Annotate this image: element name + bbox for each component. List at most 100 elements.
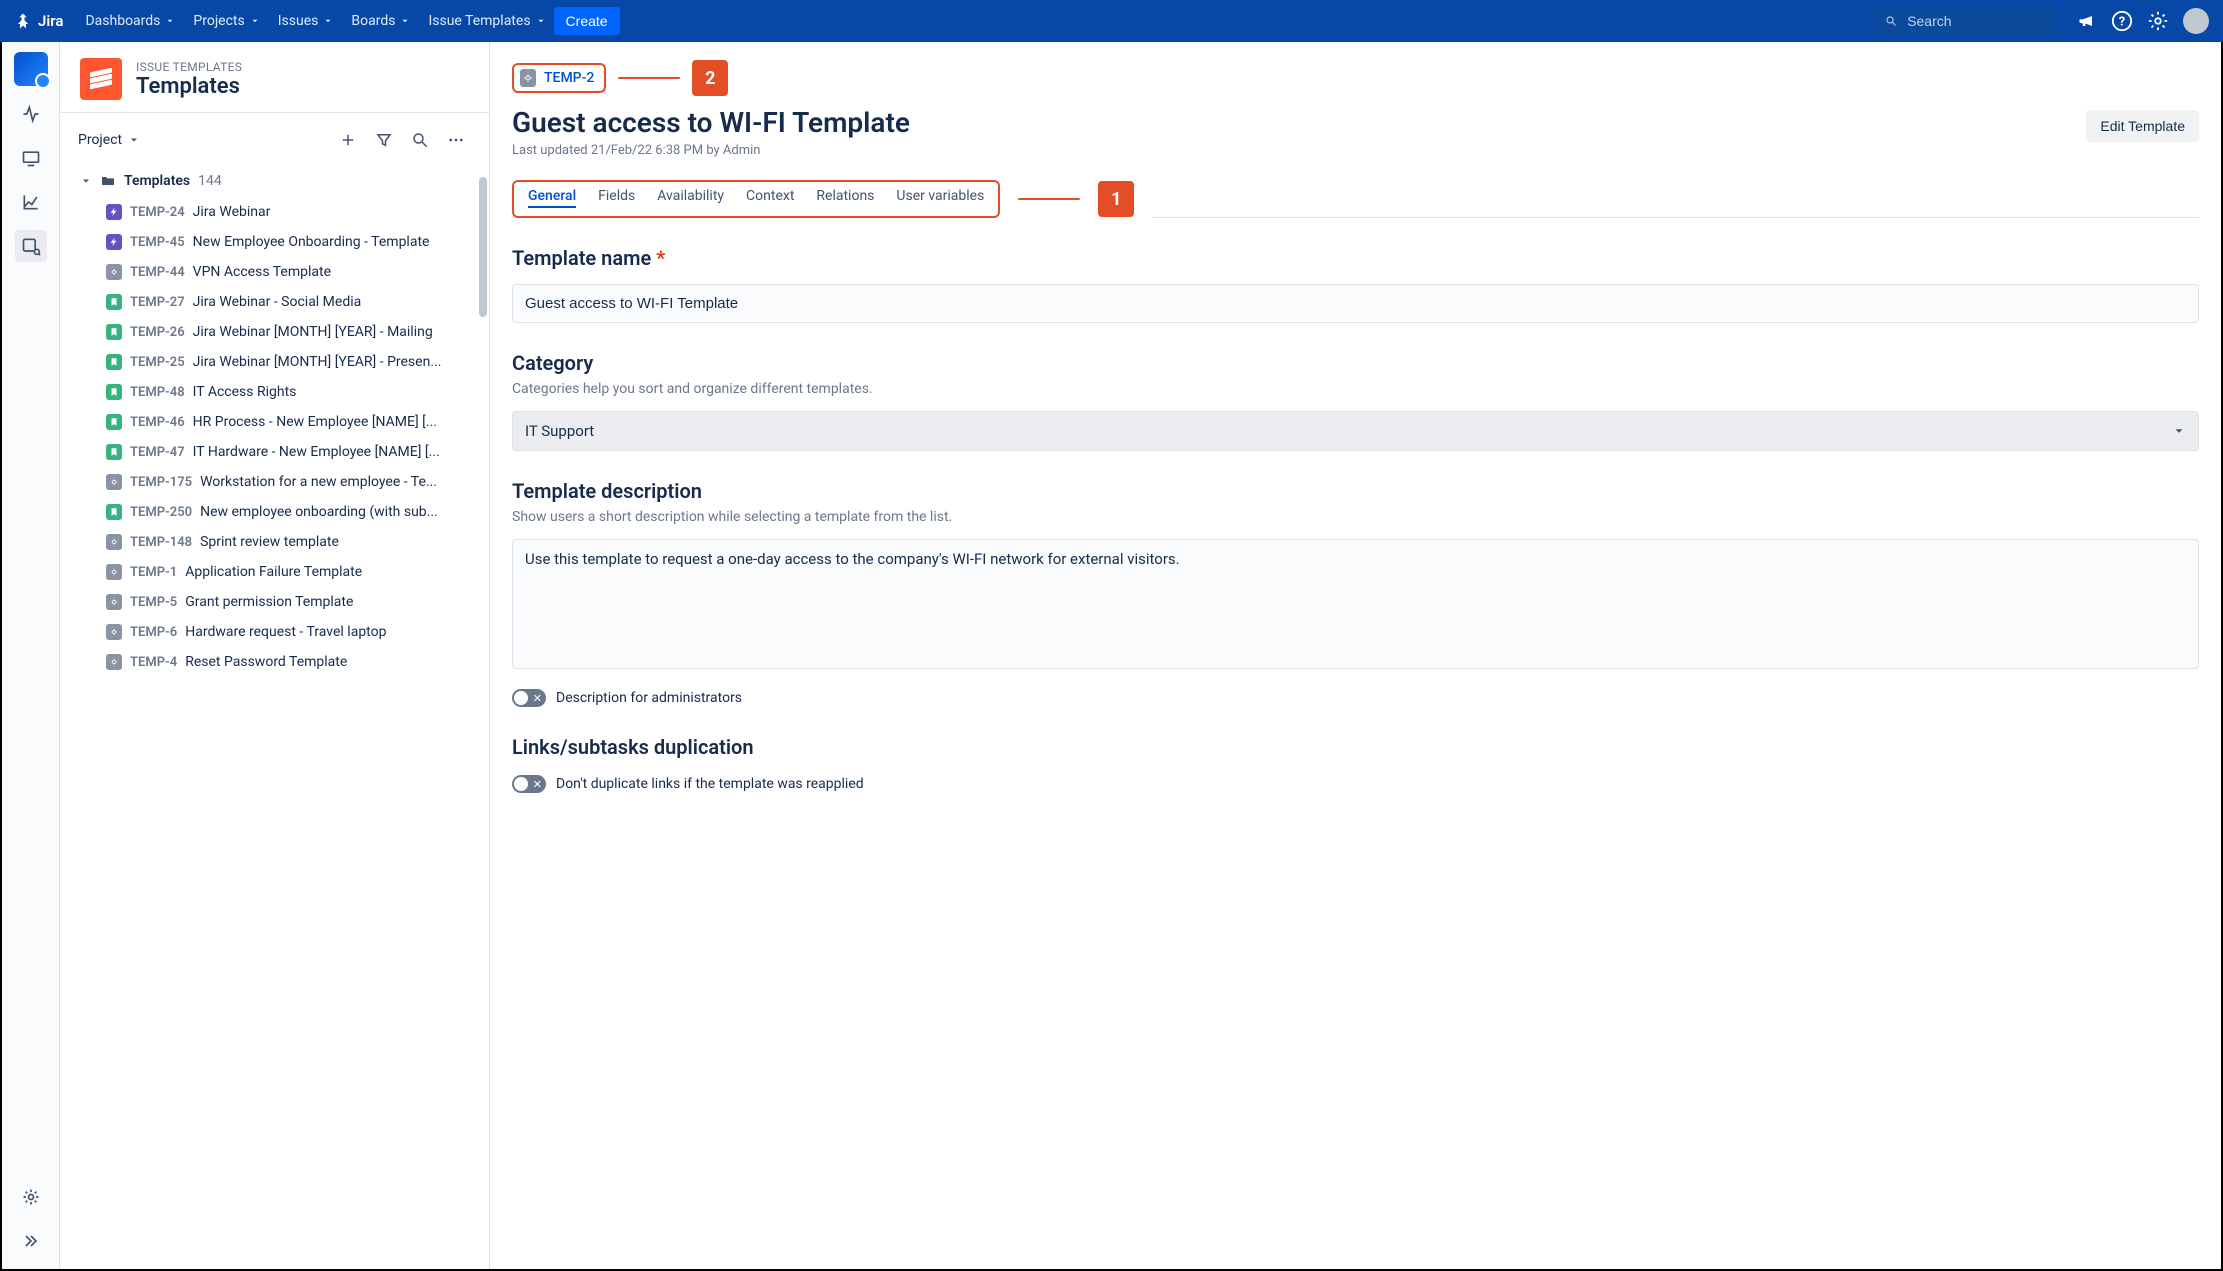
template-key: TEMP-250 — [130, 505, 192, 520]
template-name: New Employee Onboarding - Template — [193, 234, 430, 250]
nav-links: Dashboards Projects Issues Boards Issue Temp… — [85, 13, 545, 29]
template-item[interactable]: TEMP-48IT Access Rights — [100, 377, 479, 407]
template-item[interactable]: TEMP-45 New Employee Onboarding - Templat… — [100, 227, 479, 257]
edit-template-button[interactable]: Edit Template — [2086, 110, 2199, 142]
nav-link[interactable]: Projects — [193, 13, 259, 29]
template-key: TEMP-6 — [130, 625, 177, 640]
template-item[interactable]: TEMP-25Jira Webinar [MONTH] [YEAR] - Pre… — [100, 347, 479, 377]
chevron-down-icon — [128, 134, 140, 146]
scrollbar-thumb[interactable] — [479, 177, 487, 317]
template-type-icon — [106, 324, 122, 340]
template-item[interactable]: TEMP-24Jira Webinar — [100, 197, 479, 227]
rail-chart-icon[interactable] — [15, 186, 47, 218]
help-icon[interactable]: ? — [2111, 10, 2133, 32]
template-name: Jira Webinar [MONTH] [YEAR] - Presen... — [193, 354, 442, 370]
category-select[interactable]: IT Support — [512, 411, 2199, 451]
tree-root[interactable]: Templates 144 — [78, 167, 479, 197]
search-input[interactable] — [1905, 12, 2045, 30]
annotation-line — [618, 77, 680, 79]
template-name: Workstation for a new employee - Te... — [200, 474, 437, 490]
chevron-down-icon — [250, 16, 260, 26]
template-item[interactable]: TEMP-4Reset Password Template — [100, 647, 479, 677]
template-type-icon — [106, 264, 122, 280]
app-shell: ISSUE TEMPLATES Templates Project Templa… — [0, 42, 2223, 1271]
page-meta: Last updated 21/Feb/22 6:38 PM by Admin — [512, 143, 910, 158]
template-key: TEMP-45 — [130, 235, 185, 250]
nav-link[interactable]: Issues — [278, 13, 334, 29]
global-search[interactable] — [1875, 7, 2055, 35]
more-button[interactable] — [441, 125, 471, 155]
product-name: Jira — [38, 12, 63, 30]
chevron-down-icon — [2172, 424, 2186, 438]
template-item[interactable]: TEMP-175Workstation for a new employee -… — [100, 467, 479, 497]
annotation-badge-2: 2 — [692, 60, 728, 96]
template-item[interactable]: TEMP-250 New employee onboarding (with su… — [100, 497, 479, 527]
page-title: Guest access to WI-FI Template — [512, 106, 910, 139]
template-item[interactable]: TEMP-148 Sprint review template — [100, 527, 479, 557]
app-switcher[interactable] — [14, 52, 48, 86]
user-avatar[interactable] — [2183, 8, 2209, 34]
tab-relations[interactable]: Relations — [816, 188, 874, 208]
template-name: Grant permission Template — [185, 594, 353, 610]
tab-user-variables[interactable]: User variables — [896, 188, 984, 208]
rail-expand-icon[interactable] — [15, 1225, 47, 1257]
template-name: New employee onboarding (with sub... — [200, 504, 438, 520]
category-value: IT Support — [525, 422, 594, 440]
tab-availability[interactable]: Availability — [657, 188, 724, 208]
template-key: TEMP-1 — [130, 565, 177, 580]
template-name-input[interactable] — [512, 284, 2199, 323]
template-type-icon — [106, 624, 122, 640]
template-name: Jira Webinar — [193, 204, 271, 220]
desc-admin-toggle-row: ✕ Description for administrators — [512, 689, 2199, 707]
template-item[interactable]: TEMP-5Grant permission Template — [100, 587, 479, 617]
template-item[interactable]: TEMP-44VPN Access Template — [100, 257, 479, 287]
panel-header: ISSUE TEMPLATES Templates — [60, 42, 489, 113]
nav-link[interactable]: Issue Templates — [428, 13, 545, 29]
rail-activity-icon[interactable] — [15, 98, 47, 130]
nav-link[interactable]: Dashboards — [85, 13, 175, 29]
rail-browse-icon[interactable] — [15, 230, 47, 262]
template-item[interactable]: TEMP-1Application Failure Template — [100, 557, 479, 587]
issue-key-link[interactable]: TEMP-2 — [544, 70, 594, 86]
template-item[interactable]: TEMP-26Jira Webinar [MONTH] [YEAR] - Mai… — [100, 317, 479, 347]
duplication-toggle[interactable]: ✕ — [512, 775, 546, 793]
template-item[interactable]: TEMP-27Jira Webinar - Social Media — [100, 287, 479, 317]
breadcrumb: ISSUE TEMPLATES — [136, 60, 242, 74]
tab-fields[interactable]: Fields — [598, 188, 635, 208]
folder-icon — [100, 173, 116, 189]
template-key: TEMP-48 — [130, 385, 185, 400]
template-key: TEMP-148 — [130, 535, 192, 550]
tab-context[interactable]: Context — [746, 188, 794, 208]
templates-panel: ISSUE TEMPLATES Templates Project Templa… — [60, 42, 490, 1269]
template-type-icon — [106, 234, 122, 250]
nav-right-icons: ? — [2077, 8, 2209, 34]
template-item[interactable]: TEMP-47IT Hardware - New Employee [NAME]… — [100, 437, 479, 467]
category-help: Categories help you sort and organize di… — [512, 381, 2199, 397]
nav-link[interactable]: Boards — [351, 13, 410, 29]
chevron-down-icon — [165, 16, 175, 26]
tab-general[interactable]: General — [528, 188, 576, 208]
templates-list: TEMP-24Jira Webinar TEMP-45 New Employee O… — [78, 197, 479, 677]
template-item[interactable]: TEMP-46HR Process - New Employee [NAME] … — [100, 407, 479, 437]
desc-admin-toggle[interactable]: ✕ — [512, 689, 546, 707]
template-name: Sprint review template — [200, 534, 339, 550]
project-label: Project — [78, 132, 122, 148]
description-textarea[interactable] — [512, 539, 2199, 669]
megaphone-icon[interactable] — [2077, 11, 2097, 31]
project-dropdown[interactable]: Project — [78, 132, 140, 148]
filter-button[interactable] — [369, 125, 399, 155]
rail-settings-icon[interactable] — [15, 1181, 47, 1213]
template-item[interactable]: TEMP-6Hardware request - Travel laptop — [100, 617, 479, 647]
jira-logo[interactable]: Jira — [14, 12, 63, 30]
panel-body: Templates 144 TEMP-24Jira WebinarTEMP-45… — [60, 167, 489, 1269]
search-button[interactable] — [405, 125, 435, 155]
settings-icon[interactable] — [2147, 10, 2169, 32]
duplication-label: Links/subtasks duplication — [512, 735, 2199, 759]
rail-monitor-icon[interactable] — [15, 142, 47, 174]
add-button[interactable] — [333, 125, 363, 155]
jira-icon — [14, 12, 32, 30]
create-button[interactable]: Create — [554, 7, 620, 35]
description-label: Template description — [512, 479, 2199, 503]
template-type-icon — [106, 564, 122, 580]
chevron-down-icon — [80, 175, 92, 187]
